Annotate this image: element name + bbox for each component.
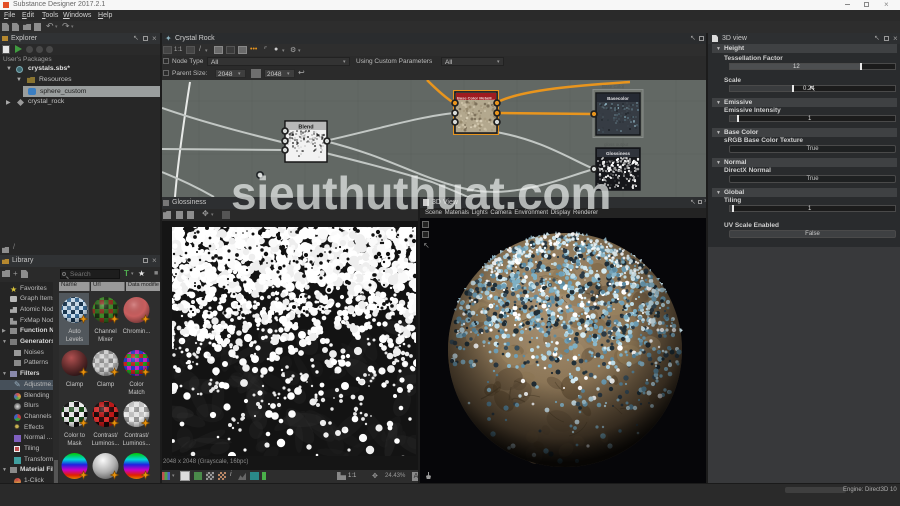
svg-text:Base Color Metalli...: Base Color Metalli... [457, 96, 495, 101]
svg-text:Blend: Blend [298, 125, 313, 131]
svg-text:Glossiness: Glossiness [606, 151, 631, 156]
svg-text:Base Color: Base Color [602, 84, 625, 89]
svg-text:gloss output: gloss output [604, 142, 629, 147]
svg-text:Basecolor: Basecolor [607, 96, 629, 101]
